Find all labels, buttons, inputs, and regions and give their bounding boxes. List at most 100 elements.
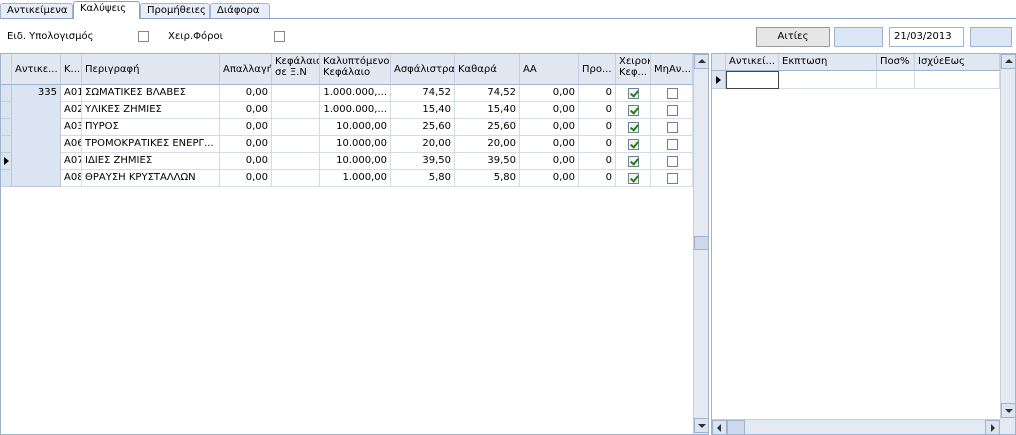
cell-perigrafi[interactable]: ΙΔΙΕΣ ΖΗΜΙΕΣ	[82, 153, 220, 170]
eid-ypologismos-checkbox[interactable]	[138, 31, 149, 42]
scroll-down-icon[interactable]	[694, 418, 708, 433]
cell-asfalistra[interactable]: 39,50	[391, 153, 455, 170]
cell-kalyptomeno[interactable]: 10.000,00	[320, 153, 391, 170]
scroll-right-icon[interactable]	[985, 420, 1000, 434]
cell-aa[interactable]: 0,00	[520, 153, 579, 170]
scroll-down-icon[interactable]	[1001, 403, 1015, 418]
col-header-pro[interactable]: Προ...	[579, 54, 616, 85]
col-header-xeirokinito[interactable]: Χειροκί Κεφ...	[616, 54, 651, 85]
col-header-mian[interactable]: ΜηΑν...	[651, 54, 693, 85]
cell-kalyptomeno[interactable]: 1.000.000,...	[320, 85, 391, 102]
row-header[interactable]	[1, 170, 12, 187]
col-header-kefalaio-xn[interactable]: Κεφάλαιο σε Ξ.Ν	[272, 54, 320, 85]
horizontal-scroll-thumb[interactable]	[727, 420, 745, 434]
cell-kalyptomeno[interactable]: 10.000,00	[320, 119, 391, 136]
scroll-up-icon[interactable]	[1001, 54, 1015, 69]
cell-asfalistra[interactable]: 15,40	[391, 102, 455, 119]
cell-kefalaio-xn[interactable]	[272, 170, 320, 187]
col-header-asfalistra[interactable]: Ασφάλιστρα	[391, 54, 455, 85]
checkbox-unchecked-icon[interactable]	[667, 173, 678, 184]
side-row-header[interactable]	[712, 71, 726, 89]
cell-pro[interactable]: 0	[579, 153, 616, 170]
scroll-thumb[interactable]	[694, 236, 708, 250]
cell-perigrafi[interactable]: ΤΡΟΜΟΚΡΑΤΙΚΕΣ ΕΝΕΡΓ...	[82, 136, 220, 153]
cell-aa[interactable]: 0,00	[520, 102, 579, 119]
tab-diafora[interactable]: Διάφορα	[210, 3, 270, 18]
aities-button[interactable]: Αιτίες	[756, 27, 830, 47]
cell-aa[interactable]: 0,00	[520, 119, 579, 136]
checkbox-unchecked-icon[interactable]	[667, 122, 678, 133]
side-col-header-pos[interactable]: Ποσ%	[877, 54, 915, 71]
side-horizontal-scrollbar[interactable]	[712, 419, 1000, 434]
col-header-kalyptomeno[interactable]: Καλυπτόμενο Κεφάλαιο	[320, 54, 391, 85]
checkbox-checked-icon[interactable]	[628, 122, 639, 133]
side-col-header-isxyei[interactable]: ΙσχύεΕως	[915, 54, 1000, 71]
cell-kathara[interactable]: 5,80	[455, 170, 520, 187]
checkbox-checked-icon[interactable]	[628, 173, 639, 184]
tab-kalypseis[interactable]: Καλύψεις	[73, 1, 140, 19]
cell-perigrafi[interactable]: ΠΥΡΟΣ	[82, 119, 220, 136]
scroll-left-icon[interactable]	[712, 420, 727, 434]
side-col-header-antikeimeno[interactable]: Αντικεί...	[726, 54, 779, 71]
cell-pro[interactable]: 0	[579, 136, 616, 153]
cell-asfalistra[interactable]: 25,60	[391, 119, 455, 136]
row-header[interactable]	[1, 136, 12, 153]
cell-apallagi[interactable]: 0,00	[220, 119, 272, 136]
scroll-up-icon[interactable]	[694, 54, 708, 69]
row-header[interactable]	[1, 153, 12, 170]
cell-kefalaio-xn[interactable]	[272, 119, 320, 136]
cell-kodikos[interactable]: Α07	[61, 153, 82, 170]
col-header-kodikos[interactable]: Κ...	[61, 54, 82, 85]
cell-pro[interactable]: 0	[579, 170, 616, 187]
cell-asfalistra[interactable]: 74,52	[391, 85, 455, 102]
cell-perigrafi[interactable]: ΥΛΙΚΕΣ ΖΗΜΙΕΣ	[82, 102, 220, 119]
cell-kathara[interactable]: 39,50	[455, 153, 520, 170]
tab-antikeimena[interactable]: Αντικείμενα	[0, 3, 73, 18]
cell-perigrafi[interactable]: ΘΡΑΥΣΗ ΚΡΥΣΤΑΛΛΩΝ	[82, 170, 220, 187]
cell-pro[interactable]: 0	[579, 119, 616, 136]
cell-apallagi[interactable]: 0,00	[220, 136, 272, 153]
main-vertical-scrollbar[interactable]	[693, 54, 708, 434]
cell-kodikos[interactable]: Α06	[61, 136, 82, 153]
cell-kalyptomeno[interactable]: 10.000,00	[320, 136, 391, 153]
cell-kathara[interactable]: 15,40	[455, 102, 520, 119]
checkbox-checked-icon[interactable]	[628, 105, 639, 116]
cell-kefalaio-xn[interactable]	[272, 153, 320, 170]
side-cell-isxyei[interactable]	[915, 71, 1000, 89]
col-header-antikeimeno[interactable]: Αντικε...	[12, 54, 61, 85]
extra-field[interactable]	[970, 27, 1012, 47]
cell-asfalistra[interactable]: 5,80	[391, 170, 455, 187]
cell-apallagi[interactable]: 0,00	[220, 102, 272, 119]
col-header-aa[interactable]: ΑΑ	[520, 54, 579, 85]
checkbox-checked-icon[interactable]	[628, 139, 639, 150]
cell-kalyptomeno[interactable]: 1.000,00	[320, 170, 391, 187]
date-field[interactable]: 21/03/2013	[889, 27, 964, 47]
cell-kathara[interactable]: 25,60	[455, 119, 520, 136]
side-col-header-ekptosi[interactable]: Εκπτωση	[779, 54, 877, 71]
cell-kodikos[interactable]: Α03	[61, 119, 82, 136]
cell-aa[interactable]: 0,00	[520, 170, 579, 187]
cell-perigrafi[interactable]: ΣΩΜΑΤΙΚΕΣ ΒΛΑΒΕΣ	[82, 85, 220, 102]
cell-kathara[interactable]: 74,52	[455, 85, 520, 102]
col-header-apallagi[interactable]: Απαλλαγή	[220, 54, 272, 85]
group-antikeimeno-cell[interactable]: 335	[12, 85, 61, 187]
cell-kefalaio-xn[interactable]	[272, 102, 320, 119]
col-header-perigrafi[interactable]: Περιγραφή	[82, 54, 220, 85]
xeir-foroi-checkbox[interactable]	[274, 31, 285, 42]
checkbox-checked-icon[interactable]	[628, 156, 639, 167]
cell-kefalaio-xn[interactable]	[272, 136, 320, 153]
cell-pro[interactable]: 0	[579, 102, 616, 119]
cell-kodikos[interactable]: Α08	[61, 170, 82, 187]
cell-kefalaio-xn[interactable]	[272, 85, 320, 102]
checkbox-unchecked-icon[interactable]	[667, 156, 678, 167]
cell-kodikos[interactable]: Α01	[61, 85, 82, 102]
tab-promitheies[interactable]: Προμήθειες	[140, 3, 210, 18]
cell-aa[interactable]: 0,00	[520, 85, 579, 102]
side-cell-pos[interactable]	[877, 71, 915, 89]
checkbox-unchecked-icon[interactable]	[667, 139, 678, 150]
row-header[interactable]	[1, 102, 12, 119]
checkbox-unchecked-icon[interactable]	[667, 105, 678, 116]
checkbox-checked-icon[interactable]	[628, 88, 639, 99]
cell-asfalistra[interactable]: 20,00	[391, 136, 455, 153]
cell-aa[interactable]: 0,00	[520, 136, 579, 153]
